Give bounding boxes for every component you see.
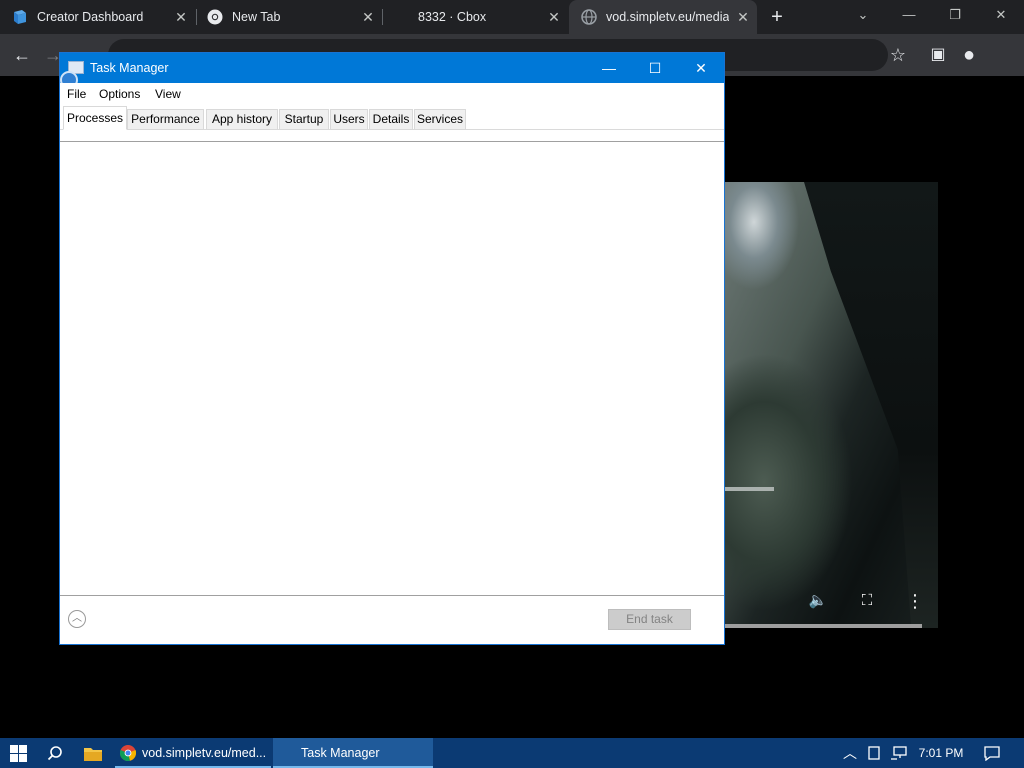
search-icon [47, 746, 62, 761]
maximize-button[interactable]: ☐ [632, 53, 678, 83]
tab-details[interactable]: Details [369, 109, 413, 130]
more-options-icon[interactable]: ⋮ [904, 590, 926, 612]
back-button[interactable]: ← [11, 44, 33, 66]
video-frame-shadow [804, 182, 938, 628]
tab-performance[interactable]: Performance [127, 109, 204, 130]
tab-search-button[interactable]: ⌄ [840, 0, 886, 34]
tab-title: 8332 · Cbox [418, 10, 487, 24]
tab-separator [382, 9, 383, 25]
tab-creator-dashboard[interactable]: Creator Dashboard ✕ [12, 0, 195, 34]
side-panel-button[interactable]: ▣ [927, 44, 949, 66]
close-button[interactable]: ✕ [678, 53, 724, 83]
globe-icon [581, 9, 597, 25]
tab-bar: Processes Performance App history Startu… [60, 104, 724, 142]
browser-tab-strip: Creator Dashboard ✕ New Tab ✕ 8332 · Cbo… [0, 0, 1024, 34]
tab-new-tab[interactable]: New Tab ✕ [207, 0, 382, 34]
tab-app-history[interactable]: App history [206, 109, 278, 130]
taskbar-item-chrome[interactable]: vod.simpletv.eu/med... [115, 738, 271, 768]
menu-options[interactable]: Options [99, 87, 140, 101]
device-icon [868, 746, 880, 760]
notifications-icon[interactable] [978, 738, 1006, 768]
tab-cbox[interactable]: 8332 · Cbox ✕ [393, 0, 568, 34]
tab-title: New Tab [232, 10, 281, 24]
tab-separator [196, 9, 197, 25]
menu-view[interactable]: View [155, 87, 181, 101]
tab-vod-simpletv[interactable]: vod.simpletv.eu/media ✕ [569, 0, 757, 34]
close-window-button[interactable]: ✕ [978, 0, 1024, 34]
video-progress-bar[interactable] [724, 624, 922, 628]
window-title: Task Manager [90, 61, 169, 75]
taskbar: vod.simpletv.eu/med... Task Manager ︿ 7:… [0, 738, 1024, 768]
folder-icon [84, 747, 102, 761]
end-task-button[interactable]: End task [608, 609, 691, 630]
tab-services[interactable]: Services [414, 109, 466, 130]
tray-app-icon[interactable] [864, 738, 884, 768]
task-manager-footer: ︿ End task [60, 595, 724, 644]
tab-close-icon[interactable]: ✕ [735, 9, 751, 25]
show-hidden-icons-chevron[interactable]: ︿ [838, 738, 862, 768]
file-explorer-button[interactable] [76, 738, 110, 768]
windows-logo-icon [9, 744, 27, 762]
new-tab-button[interactable]: + [766, 7, 788, 27]
creator-dashboard-icon [14, 10, 26, 24]
tab-close-icon[interactable]: ✕ [546, 9, 562, 25]
tab-close-icon[interactable]: ✕ [173, 9, 189, 25]
chrome-icon [207, 9, 223, 25]
start-button[interactable] [0, 738, 36, 768]
taskbar-item-label: Task Manager [301, 746, 380, 760]
tab-title: vod.simpletv.eu/media [606, 10, 730, 24]
volume-icon[interactable]: 🔈 [807, 590, 829, 612]
screen: Creator Dashboard ✕ New Tab ✕ 8332 · Cbo… [0, 0, 1024, 768]
minimize-button[interactable]: — [586, 53, 632, 83]
bookmark-star-icon[interactable]: ☆ [887, 44, 909, 66]
tab-processes[interactable]: Processes [63, 106, 127, 130]
tab-title: Creator Dashboard [37, 10, 144, 24]
fullscreen-icon[interactable]: ⛶ [856, 590, 878, 612]
task-manager-titlebar[interactable]: Task Manager — ☐ ✕ [60, 53, 724, 83]
taskbar-item-label: vod.simpletv.eu/med... [142, 746, 267, 760]
action-center-icon [984, 746, 1000, 762]
chrome-icon [120, 745, 136, 761]
profile-avatar-button[interactable]: ● [958, 44, 980, 66]
video-frame-rail [724, 487, 774, 491]
network-monitor-icon [891, 746, 907, 760]
tab-startup[interactable]: Startup [279, 109, 329, 130]
search-button[interactable] [40, 738, 70, 768]
video-player[interactable] [724, 182, 938, 628]
clock[interactable]: 7:01 PM [912, 738, 970, 768]
fewer-details-chevron-icon[interactable]: ︿ [68, 610, 86, 628]
tab-close-icon[interactable]: ✕ [360, 9, 376, 25]
network-icon[interactable] [888, 738, 910, 768]
menu-file[interactable]: File [67, 87, 86, 101]
taskbar-item-task-manager[interactable]: Task Manager [273, 738, 433, 768]
restore-button[interactable]: ❐ [932, 0, 978, 34]
tab-users[interactable]: Users [330, 109, 368, 130]
task-manager-window: Task Manager — ☐ ✕ File Options View Pro… [59, 52, 725, 645]
minimize-button[interactable]: — [886, 0, 932, 34]
menu-bar: File Options View [60, 83, 724, 104]
processes-panel [60, 143, 724, 595]
